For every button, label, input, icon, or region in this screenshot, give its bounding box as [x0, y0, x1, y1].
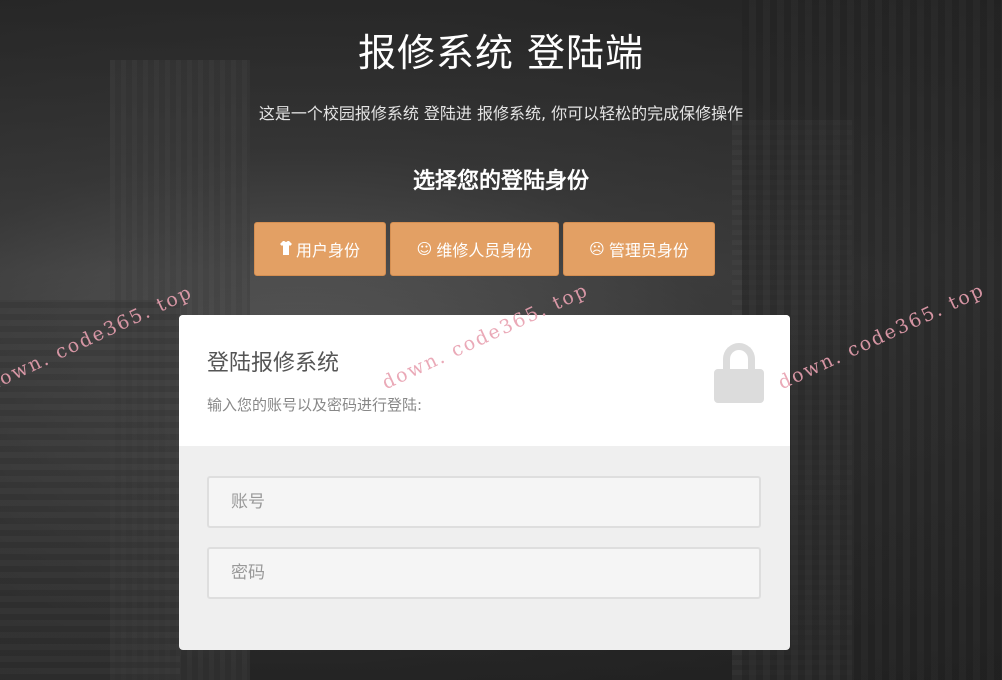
role-selector: 用户身份 ☺ 维修人员身份 ☹ 管理员身份: [254, 222, 715, 276]
user-role-button[interactable]: 用户身份: [254, 222, 386, 276]
watermark-text: down. code365. top: [774, 278, 989, 394]
page-title: 报修系统 登陆端: [357, 31, 645, 75]
password-input[interactable]: [207, 547, 761, 599]
repairman-role-button[interactable]: ☺ 维修人员身份: [390, 222, 559, 276]
watermark-text: down. code365. top: [0, 280, 197, 396]
login-card: 登陆报修系统 输入您的账号以及密码进行登陆:: [179, 315, 790, 650]
smile-icon: ☺: [416, 239, 433, 258]
neutral-face-icon: ☹: [589, 239, 605, 258]
shirt-icon: [279, 240, 292, 258]
admin-role-label: 管理员身份: [608, 241, 689, 260]
admin-role-button[interactable]: ☹ 管理员身份: [563, 222, 715, 276]
choose-identity-heading: 选择您的登陆身份: [412, 169, 589, 194]
login-card-title: 登陆报修系统: [207, 351, 340, 376]
repairman-role-label: 维修人员身份: [436, 241, 533, 260]
account-input[interactable]: [207, 476, 761, 528]
login-card-description: 输入您的账号以及密码进行登陆:: [207, 396, 423, 414]
page-subtitle: 这是一个校园报修系统 登陆进 报修系统, 你可以轻松的完成保修操作: [258, 104, 744, 123]
lock-icon: [714, 343, 764, 403]
user-role-label: 用户身份: [295, 241, 360, 260]
login-form: [179, 446, 790, 648]
